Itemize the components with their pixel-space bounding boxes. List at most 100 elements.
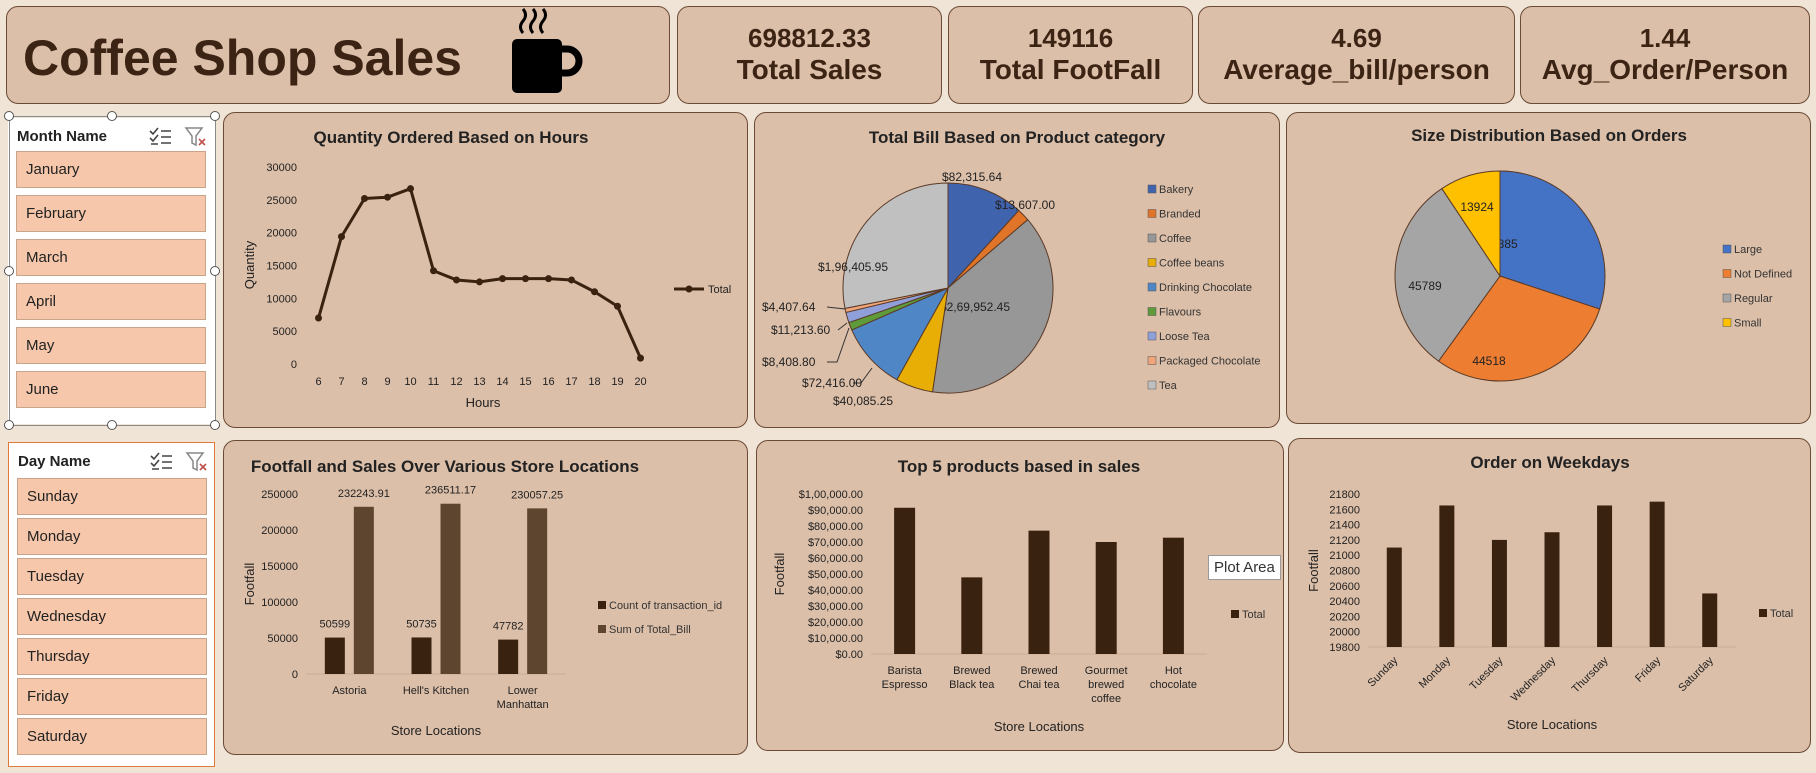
x-axis-title: Store Locations — [391, 723, 482, 738]
bar — [1544, 532, 1560, 647]
resize-handle-bottom-right[interactable] — [210, 420, 220, 430]
legend-label: Flavours — [1159, 307, 1202, 319]
bar — [527, 508, 548, 674]
y-tick-label: $1,00,000.00 — [799, 489, 863, 501]
data-point — [407, 185, 414, 193]
legend-swatch — [1147, 307, 1157, 316]
kpi-avg-order: 1.44 Avg_Order/Person — [1520, 6, 1810, 104]
x-tick-label: Wednesday — [1509, 654, 1559, 704]
bar — [1095, 542, 1117, 654]
chart-store-locations[interactable]: Footfall and Sales Over Various Store Lo… — [223, 440, 748, 755]
kpi-label: Avg_Order/Person — [1541, 54, 1789, 85]
data-label: $11,213.60 — [771, 323, 830, 337]
data-label: $2,69,952.45 — [940, 300, 1010, 314]
data-point — [614, 302, 621, 310]
kpi-total-sales: 698812.33 Total Sales — [677, 6, 942, 104]
resize-handle-bottom-center[interactable] — [107, 420, 117, 430]
y-tick-label: 5000 — [273, 326, 297, 338]
x-tick-label: brewed — [1088, 679, 1124, 691]
chart-size-distribution[interactable]: Size Distribution Based on Orders 44885 44… — [1286, 112, 1811, 424]
chart-top-products[interactable]: Top 5 products based in sales $0.00 $10,00… — [756, 440, 1284, 751]
slicer-item-sunday[interactable]: Sunday — [17, 478, 207, 515]
x-tick-label: Gourmet — [1085, 665, 1128, 677]
kpi-label: Total Sales — [736, 54, 883, 85]
legend-label: Coffee beans — [1159, 258, 1225, 270]
kpi-value: 1.44 — [1639, 23, 1691, 53]
slicer-item-saturday[interactable]: Saturday — [17, 718, 207, 755]
series-line — [317, 187, 642, 359]
slicer-selection-frame — [9, 116, 216, 426]
resize-handle-top-right[interactable] — [210, 111, 220, 121]
y-tick-label: 21400 — [1329, 520, 1360, 532]
x-tick-label: Hell's Kitchen — [403, 685, 469, 697]
y-axis-title: Footfall — [772, 553, 787, 596]
kpi-label: Average_bill/person — [1223, 54, 1490, 85]
resize-handle-top-left[interactable] — [4, 111, 14, 121]
x-tick-label: Hot — [1165, 665, 1182, 677]
legend-swatch — [1147, 282, 1157, 292]
y-axis-title: Footfall — [242, 563, 257, 606]
x-axis-title: Store Locations — [994, 719, 1085, 734]
dashboard-title: Coffee Shop Sales — [23, 30, 462, 86]
legend-label: Not Defined — [1734, 269, 1792, 281]
legend-label: Regular — [1734, 293, 1773, 305]
x-tick-label: Espresso — [882, 679, 928, 691]
legend-label: Bakery — [1159, 184, 1194, 196]
data-label: 50599 — [320, 619, 351, 631]
bar — [411, 637, 432, 674]
x-tick-label: 8 — [361, 376, 367, 388]
legend-swatch — [1231, 610, 1239, 618]
slicer-item-friday[interactable]: Friday — [17, 678, 207, 715]
slicer-item-wednesday[interactable]: Wednesday — [17, 598, 207, 635]
y-tick-label: 21600 — [1329, 504, 1360, 516]
kpi-total-footfall: 149116 Total FootFall — [948, 6, 1193, 104]
x-tick-label: Tuesday — [1468, 654, 1506, 692]
slicer-item-tuesday[interactable]: Tuesday — [17, 558, 207, 595]
x-tick-label: 18 — [588, 376, 600, 388]
data-point — [338, 233, 345, 241]
clear-filter-icon[interactable] — [185, 451, 209, 473]
data-point — [637, 354, 644, 362]
multi-select-icon[interactable] — [149, 451, 173, 473]
bar-chart: Footfall and Sales Over Various Store Lo… — [242, 457, 722, 738]
y-tick-label: $0.00 — [835, 649, 863, 661]
resize-handle-middle-left[interactable] — [4, 266, 14, 276]
chart-bill-by-category[interactable]: Total Bill Based on Product category $82,… — [754, 112, 1280, 428]
y-tick-label: $10,000.00 — [808, 633, 863, 645]
x-tick-label: Barista — [887, 665, 922, 677]
resize-handle-bottom-left[interactable] — [4, 420, 14, 430]
legend-label: Count of transaction_id — [609, 600, 722, 612]
data-label: $1,96,405.95 — [818, 260, 888, 274]
legend-label: Drinking Chocolate — [1159, 282, 1252, 294]
x-axis-title: Hours — [466, 395, 501, 410]
data-point — [476, 278, 483, 286]
chart-quantity-by-hours[interactable]: Quantity Ordered Based on Hours 0 5000 1000… — [223, 112, 748, 428]
y-tick-label: 21000 — [1329, 550, 1360, 562]
bar — [1702, 593, 1718, 647]
chart-title: Quantity Ordered Based on Hours — [314, 128, 589, 147]
y-tick-label: 100000 — [261, 597, 298, 609]
chart-weekday-orders[interactable]: Order on Weekdays 19800 20000 20200 20400 206… — [1288, 438, 1811, 753]
y-tick-label: $50,000.00 — [808, 569, 863, 581]
bar — [1491, 539, 1507, 647]
x-tick-label: 14 — [496, 376, 508, 388]
legend-swatch — [1722, 269, 1732, 278]
legend-swatch — [1759, 609, 1767, 617]
coffee-cup-icon — [512, 8, 583, 93]
data-point — [591, 288, 598, 296]
resize-handle-top-center[interactable] — [107, 111, 117, 121]
x-tick-label: Thursday — [1570, 654, 1611, 695]
chart-title: Order on Weekdays — [1470, 453, 1629, 472]
x-tick-label: 9 — [384, 376, 390, 388]
day-slicer[interactable]: Day Name Sunday Monday Tuesday Wednesday Thu… — [8, 442, 215, 767]
data-point — [499, 275, 506, 283]
legend-swatch — [1147, 233, 1157, 243]
resize-handle-middle-right[interactable] — [210, 266, 220, 276]
slicer-item-monday[interactable]: Monday — [17, 518, 207, 555]
y-tick-label: 21200 — [1329, 535, 1360, 547]
legend-swatch — [1722, 318, 1732, 327]
slicer-item-thursday[interactable]: Thursday — [17, 638, 207, 675]
y-tick-label: $20,000.00 — [808, 617, 863, 629]
y-tick-label: $90,000.00 — [808, 505, 863, 517]
legend-swatch — [598, 601, 606, 609]
